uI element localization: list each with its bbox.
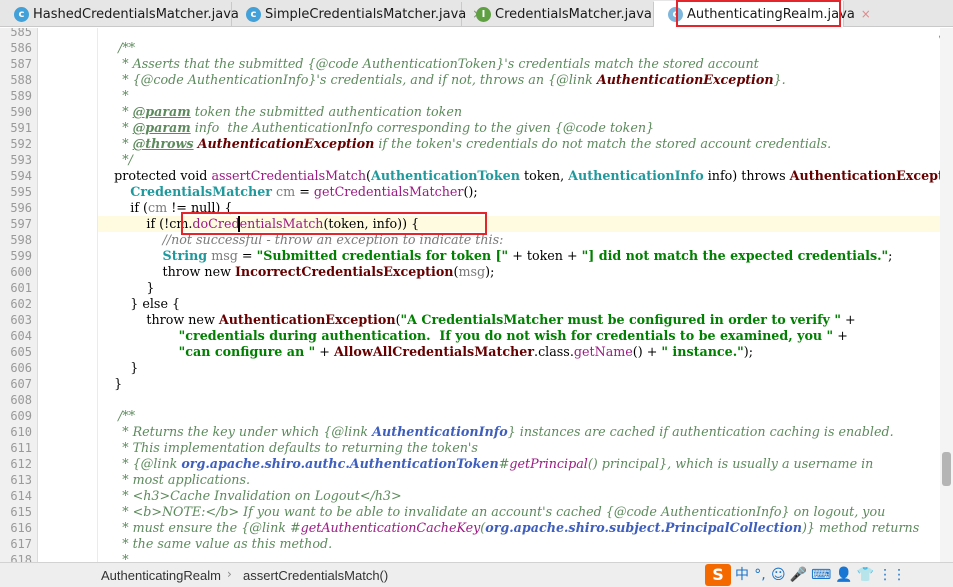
- sogou-logo-icon[interactable]: S: [705, 564, 731, 586]
- code-line: * This implementation defaults to return…: [98, 440, 478, 455]
- close-icon[interactable]: ×: [861, 7, 871, 21]
- code-line: }: [98, 376, 123, 391]
- line-number: 605: [10, 345, 32, 359]
- active-tab-highlight: [676, 0, 841, 27]
- ime-keyboard-icon[interactable]: ⌨: [811, 564, 831, 586]
- line-number: 585: [10, 28, 32, 39]
- line-number: 617: [10, 537, 32, 551]
- code-line: * must ensure the {@link #getAuthenticat…: [98, 520, 920, 535]
- breadcrumb-method[interactable]: assertCredentialsMatch(): [243, 568, 388, 584]
- code-line: }: [98, 360, 139, 375]
- scrollbar-thumb[interactable]: [942, 452, 951, 486]
- line-number: 607: [10, 377, 32, 391]
- code-line: * Asserts that the submitted {@code Auth…: [98, 56, 759, 71]
- code-line: protected void assertCredentialsMatch(Au…: [98, 168, 953, 183]
- line-number: 596: [10, 201, 32, 215]
- code-line: * {@code AuthenticationInfo}'s credentia…: [98, 72, 786, 87]
- line-number: 601: [10, 281, 32, 295]
- tab-label: SimpleCredentialsMatcher.java: [265, 6, 467, 22]
- tab-hashed-credentials-matcher[interactable]: c HashedCredentialsMatcher.java ×: [0, 2, 255, 26]
- code-line: * @param token the submitted authenticat…: [98, 104, 463, 119]
- line-number: 615: [10, 505, 32, 519]
- method-call-highlight: [181, 212, 487, 235]
- line-number: 611: [10, 441, 32, 455]
- line-number: 603: [10, 313, 32, 327]
- ime-language-toggle[interactable]: 中: [735, 564, 749, 586]
- line-number: 590: [10, 105, 32, 119]
- line-number: 602: [10, 297, 32, 311]
- ime-menu-icon[interactable]: ⋮⋮: [878, 564, 906, 586]
- breadcrumb-class[interactable]: AuthenticatingRealm: [101, 568, 221, 584]
- line-number: 588: [10, 73, 32, 87]
- ime-voice-icon[interactable]: 🎤: [790, 564, 807, 586]
- line-number: 618: [10, 553, 32, 562]
- line-number: 614: [10, 489, 32, 503]
- code-line: "credentials during authentication. If y…: [178, 328, 848, 343]
- line-number: 608: [10, 393, 32, 407]
- line-number: 613: [10, 473, 32, 487]
- code-line: * {@link org.apache.shiro.authc.Authenti…: [98, 456, 874, 471]
- code-line: }: [98, 280, 155, 295]
- code-line: */: [98, 152, 133, 167]
- tab-simple-credentials-matcher[interactable]: c SimpleCredentialsMatcher.java ×: [232, 2, 482, 26]
- line-number: 587: [10, 57, 32, 71]
- gutter-rail: [38, 28, 98, 562]
- ime-punctuation-toggle[interactable]: °,: [753, 564, 767, 586]
- code-line: *: [98, 552, 129, 562]
- code-line: * <b>NOTE:</b> If you want to be able to…: [98, 504, 886, 519]
- code-line: CredentialsMatcher cm = getCredentialsMa…: [130, 184, 478, 199]
- ime-skin-icon[interactable]: 👕: [857, 564, 874, 586]
- line-number: 595: [10, 185, 32, 199]
- tab-credentials-matcher[interactable]: I CredentialsMatcher.java ×: [462, 2, 668, 26]
- code-line: throw new IncorrectCredentialsException(…: [98, 264, 495, 279]
- ime-toolbar: S 中 °, ☺ 🎤 ⌨ 👤 👕 ⋮⋮: [705, 563, 906, 587]
- code-line: "can configure an " + AllowAllCredential…: [178, 344, 753, 359]
- code-line: throw new AuthenticationException("A Cre…: [98, 312, 856, 327]
- code-line: * Returns the key under which {@link Aut…: [98, 424, 894, 439]
- code-line: String msg = "Submitted credentials for …: [162, 248, 893, 263]
- ime-user-icon[interactable]: 👤: [835, 564, 852, 586]
- line-number: 612: [10, 457, 32, 471]
- line-number: 597: [10, 217, 32, 231]
- tab-label: CredentialsMatcher.java: [495, 6, 652, 22]
- tab-label: HashedCredentialsMatcher.java: [33, 6, 239, 22]
- line-number: 606: [10, 361, 32, 375]
- code-line: * @throws AuthenticationException if the…: [98, 136, 832, 151]
- line-number: 604: [10, 329, 32, 343]
- breadcrumb-separator: ›: [227, 567, 232, 581]
- code-line: *: [98, 88, 129, 103]
- line-number: 616: [10, 521, 32, 535]
- code-line: * most applications.: [98, 472, 250, 487]
- line-number: 593: [10, 153, 32, 167]
- class-icon: c: [14, 6, 29, 22]
- code-line: /**: [98, 40, 136, 55]
- line-number: 600: [10, 265, 32, 279]
- line-number: 599: [10, 249, 32, 263]
- class-icon: c: [246, 6, 261, 22]
- code-editor[interactable]: 585 586 587 588 589 590 591 592 593 594 595 596 597 5…: [0, 28, 953, 562]
- line-number: 598: [10, 233, 32, 247]
- line-number: 591: [10, 121, 32, 135]
- code-line: * @param info the AuthenticationInfo cor…: [98, 120, 655, 135]
- line-number: 594: [10, 169, 32, 183]
- line-number: 609: [10, 409, 32, 423]
- line-number: 586: [10, 41, 32, 55]
- code-line: } else {: [98, 296, 181, 311]
- code-line: * the same value as this method.: [98, 536, 333, 551]
- line-number: 610: [10, 425, 32, 439]
- interface-icon: I: [476, 6, 491, 22]
- code-line: * <h3>Cache Invalidation on Logout</h3>: [98, 488, 402, 503]
- code-line: /**: [98, 408, 136, 423]
- line-number: 592: [10, 137, 32, 151]
- ime-emoji-icon[interactable]: ☺: [771, 564, 786, 586]
- line-number: 589: [10, 89, 32, 103]
- vertical-scrollbar[interactable]: [940, 28, 953, 562]
